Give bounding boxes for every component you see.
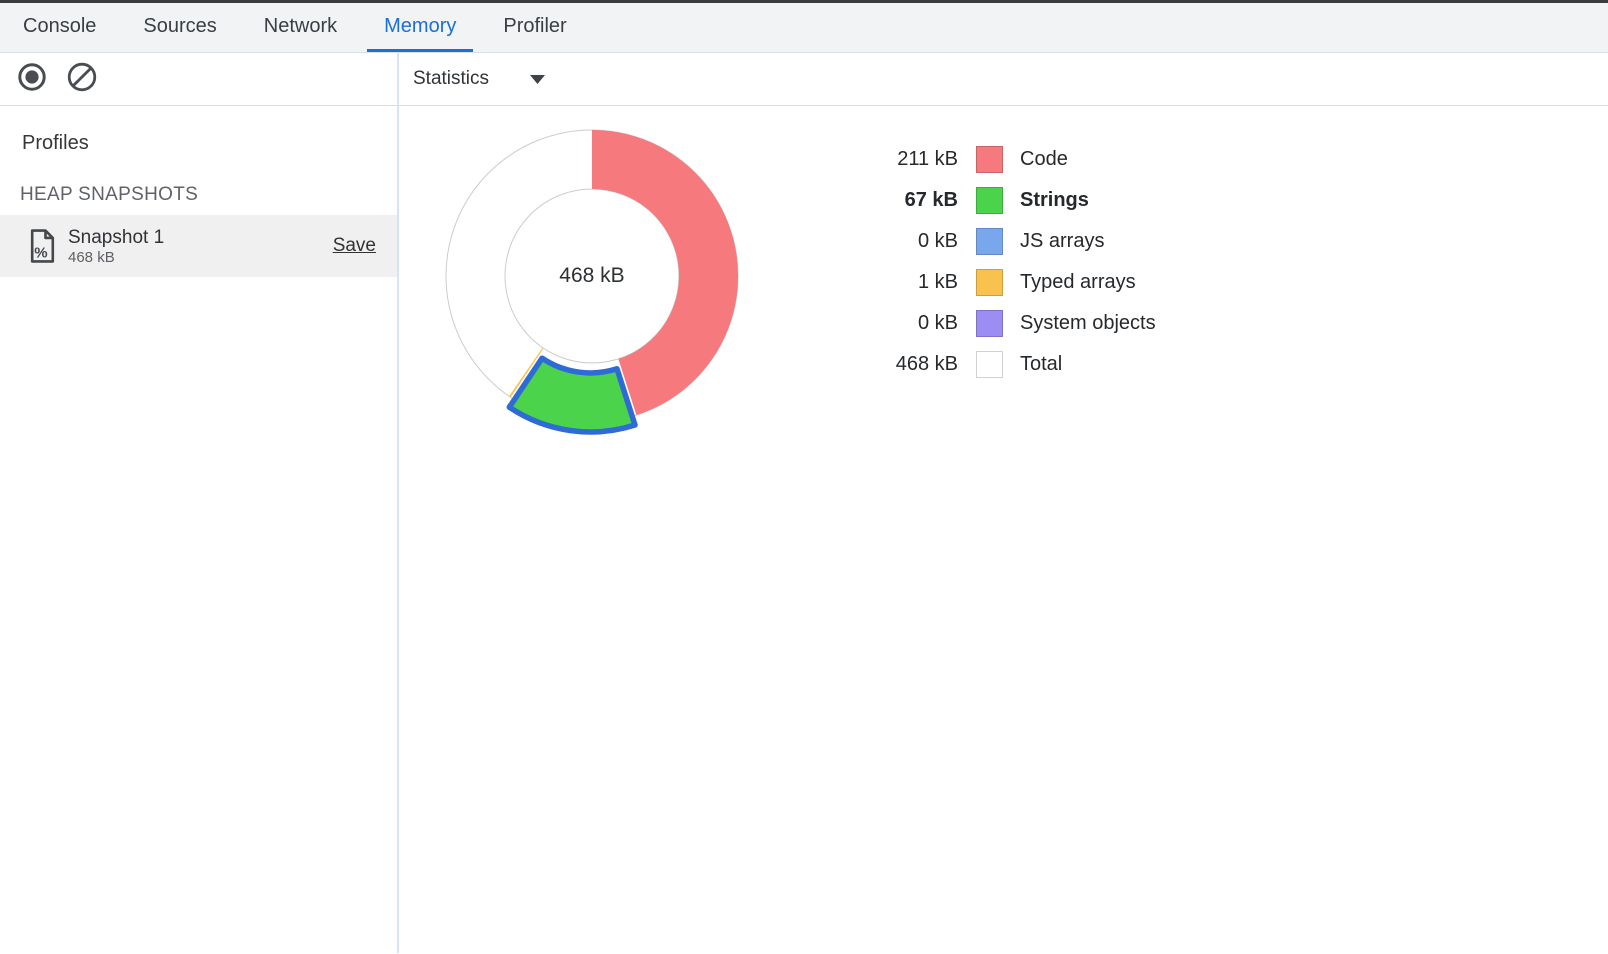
- devtools-tabbar: Console Sources Network Memory Profiler: [0, 3, 1608, 53]
- tab-console[interactable]: Console: [6, 3, 113, 52]
- content-area: Profiles HEAP SNAPSHOTS % Snapshot 1 468…: [0, 106, 1608, 953]
- heap-snapshot-icon: %: [29, 229, 56, 263]
- tab-network[interactable]: Network: [247, 3, 354, 52]
- legend-value: 0 kB: [838, 312, 958, 335]
- legend-label: System objects: [1020, 312, 1156, 335]
- snapshot-list-item[interactable]: % Snapshot 1 468 kB Save: [0, 215, 397, 277]
- legend-row-strings[interactable]: 67 kB Strings: [838, 180, 1156, 221]
- legend-value: 468 kB: [838, 353, 958, 376]
- legend-row-system-objects[interactable]: 0 kB System objects: [838, 303, 1156, 344]
- record-button[interactable]: [16, 63, 48, 95]
- legend-swatch-typed-arrays: [976, 269, 1003, 296]
- chart-total-label: 468 kB: [559, 264, 624, 288]
- snapshot-size: 468 kB: [68, 249, 164, 267]
- profiles-toolbar: [0, 53, 399, 105]
- legend-swatch-total: [976, 351, 1003, 378]
- statistics-view: 468 kB 211 kB Code 67 kB Strings 0 kB JS…: [399, 106, 1608, 953]
- legend-value: 211 kB: [838, 148, 958, 171]
- legend-swatch-strings: [976, 187, 1003, 214]
- legend-value: 1 kB: [838, 271, 958, 294]
- legend-row-typed-arrays[interactable]: 1 kB Typed arrays: [838, 262, 1156, 303]
- legend-label: JS arrays: [1020, 230, 1104, 253]
- legend-label: Code: [1020, 148, 1068, 171]
- legend-value: 67 kB: [838, 189, 958, 212]
- chevron-down-icon[interactable]: [529, 74, 546, 85]
- legend-swatch-code: [976, 146, 1003, 173]
- heap-snapshots-section-title: HEAP SNAPSHOTS: [0, 184, 397, 206]
- profiles-title: Profiles: [0, 132, 397, 155]
- legend-value: 0 kB: [838, 230, 958, 253]
- save-link[interactable]: Save: [333, 235, 376, 257]
- view-toolbar: Statistics: [399, 53, 1608, 105]
- legend-label: Strings: [1020, 189, 1089, 212]
- clear-button[interactable]: [66, 63, 98, 95]
- legend-swatch-js-arrays: [976, 228, 1003, 255]
- memory-toolbar: Statistics: [0, 53, 1608, 106]
- chart-legend: 211 kB Code 67 kB Strings 0 kB JS arrays…: [838, 139, 1156, 385]
- legend-row-js-arrays[interactable]: 0 kB JS arrays: [838, 221, 1156, 262]
- legend-row-total[interactable]: 468 kB Total: [838, 344, 1156, 385]
- profiles-sidebar: Profiles HEAP SNAPSHOTS % Snapshot 1 468…: [0, 106, 399, 953]
- legend-row-code[interactable]: 211 kB Code: [838, 139, 1156, 180]
- snapshot-info: Snapshot 1 468 kB: [68, 226, 164, 267]
- tab-profiler[interactable]: Profiler: [486, 3, 583, 52]
- view-selector[interactable]: Statistics: [413, 68, 489, 90]
- legend-label: Typed arrays: [1020, 271, 1136, 294]
- tab-sources[interactable]: Sources: [126, 3, 233, 52]
- svg-text:%: %: [34, 245, 47, 262]
- legend-label: Total: [1020, 353, 1062, 376]
- clear-icon: [66, 61, 98, 98]
- legend-swatch-system-objects: [976, 310, 1003, 337]
- record-icon: [16, 61, 48, 98]
- snapshot-name: Snapshot 1: [68, 226, 164, 249]
- tab-memory[interactable]: Memory: [367, 3, 473, 52]
